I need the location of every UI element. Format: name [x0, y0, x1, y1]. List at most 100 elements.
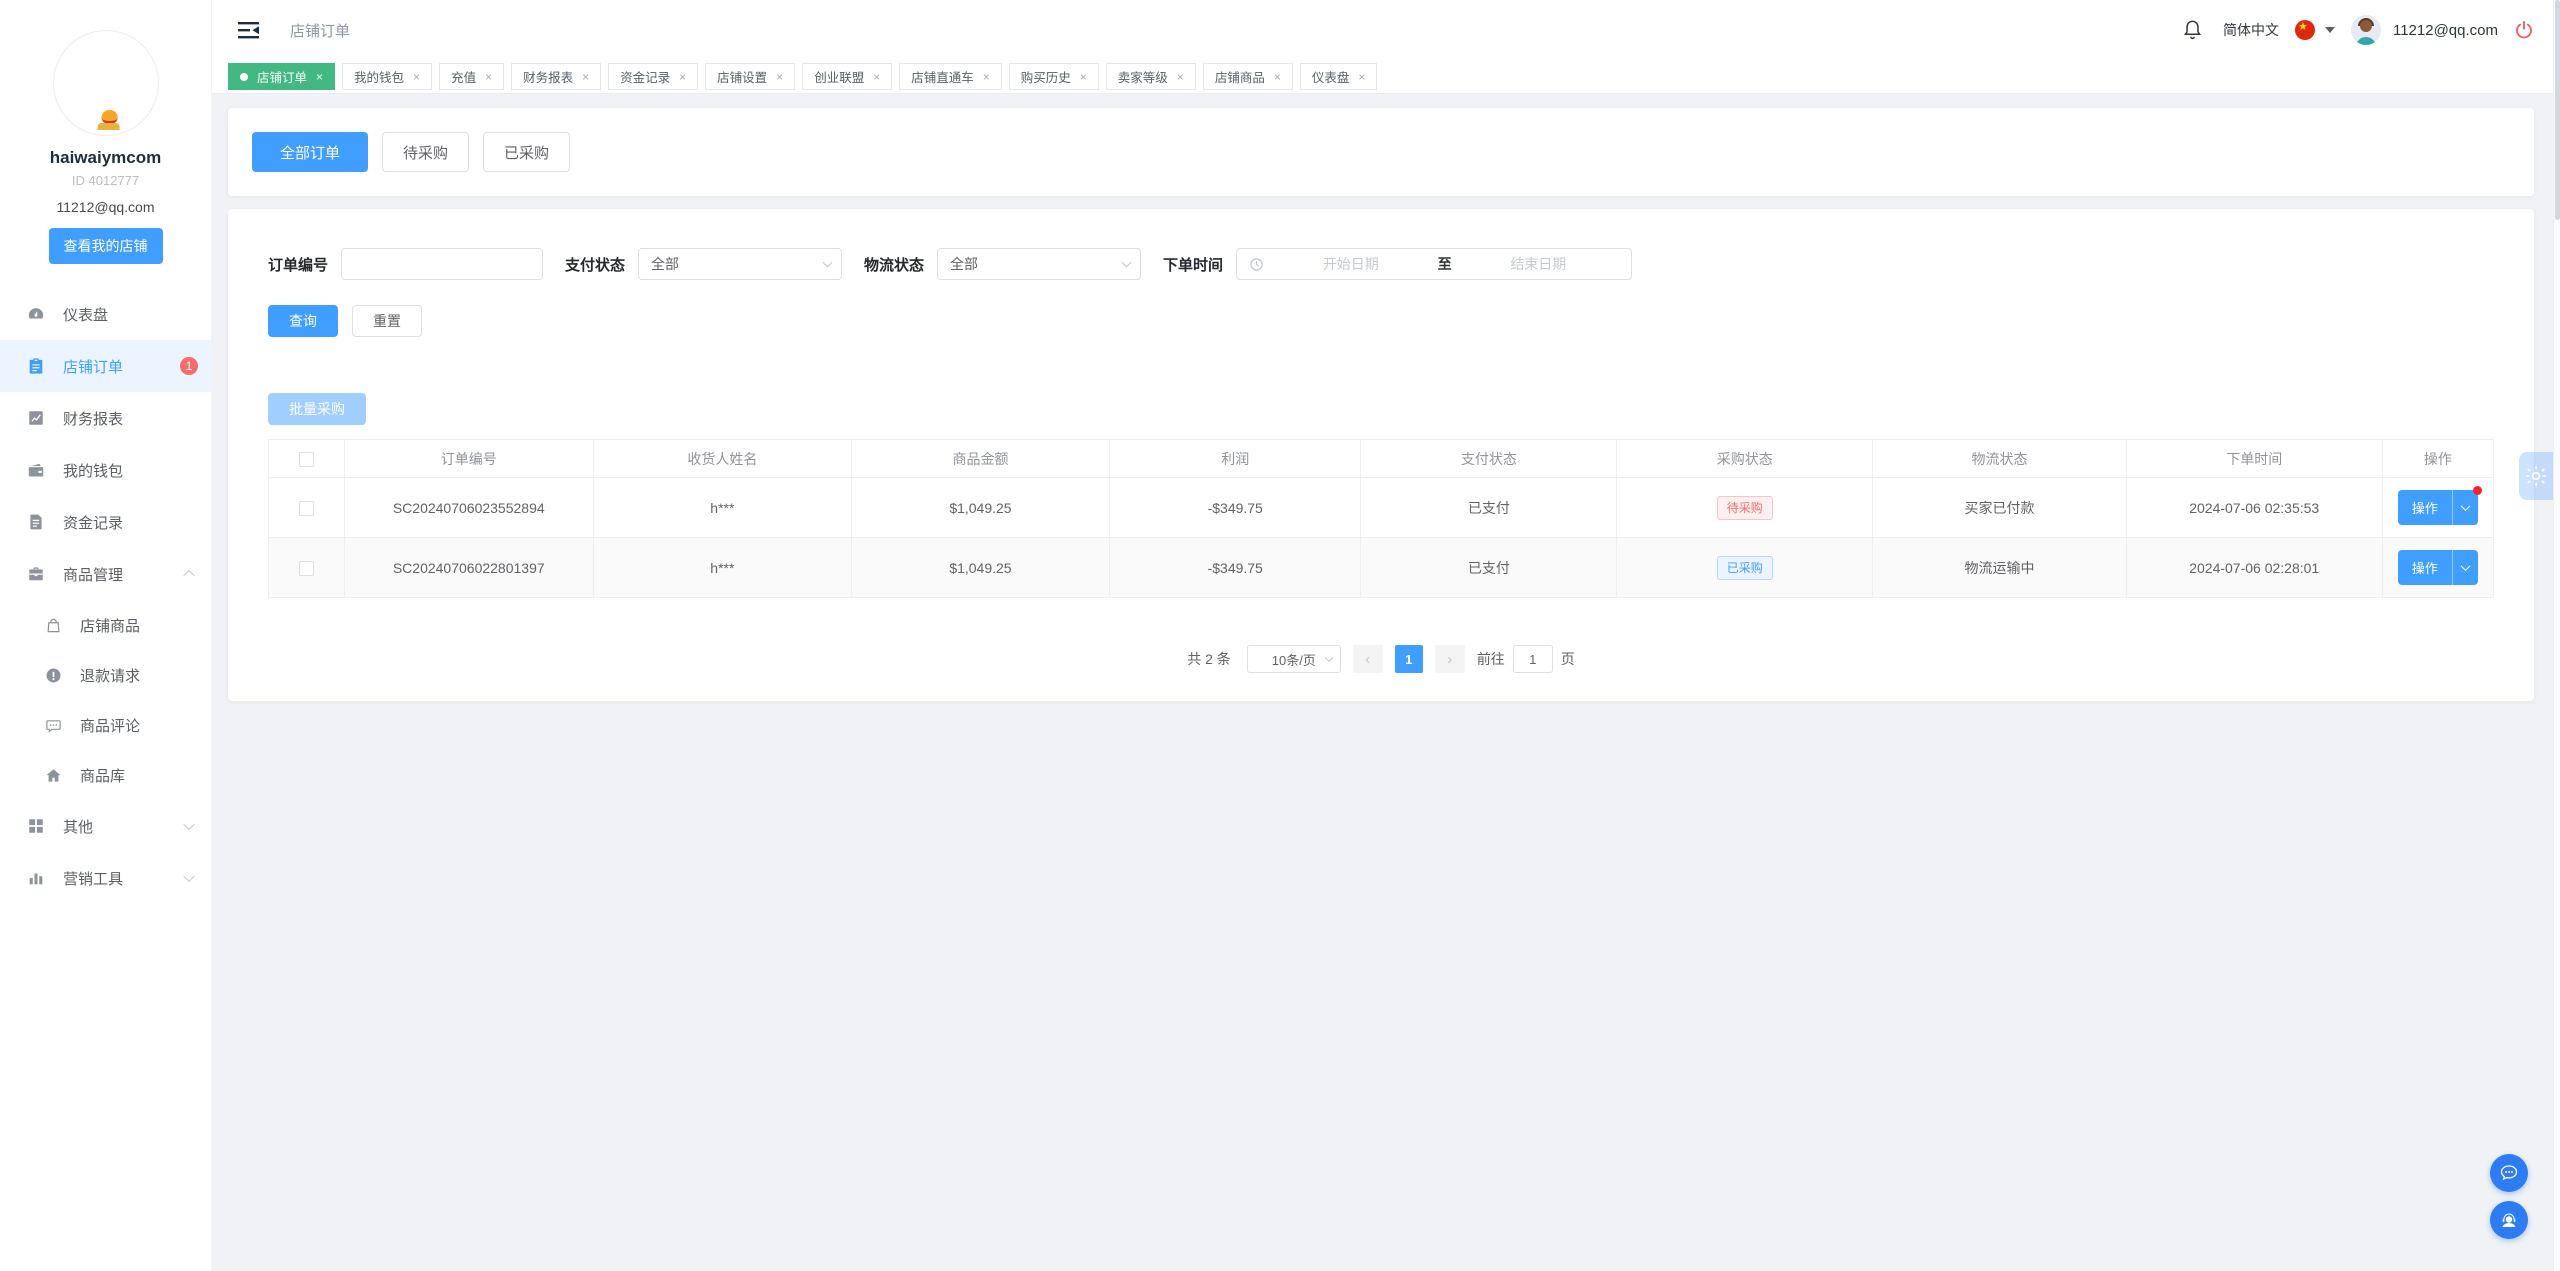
- notifications-bell-icon[interactable]: [2182, 19, 2203, 41]
- action-dropdown-caret[interactable]: [2452, 550, 2478, 585]
- close-icon[interactable]: ×: [1080, 70, 1087, 84]
- view-tab-label: 充值: [451, 67, 476, 86]
- sidebar-item-label: 其他: [63, 816, 93, 837]
- page-number-button[interactable]: 1: [1395, 645, 1423, 673]
- china-flag-icon[interactable]: ★: [2295, 20, 2315, 40]
- pay-status-label: 支付状态: [565, 254, 625, 275]
- sidebar-item-label: 店铺商品: [80, 615, 140, 636]
- orders-count-badge: 1: [180, 357, 198, 375]
- prev-page-button[interactable]: ‹: [1353, 645, 1383, 673]
- close-icon[interactable]: ×: [679, 70, 686, 84]
- close-icon[interactable]: ×: [1177, 70, 1184, 84]
- sidebar-item-product-library[interactable]: 商品库: [0, 750, 211, 800]
- view-tab-label: 财务报表: [523, 67, 573, 86]
- sidebar-item-product-management[interactable]: 商品管理: [0, 548, 211, 600]
- batch-purchase-button[interactable]: 批量采购: [268, 393, 366, 425]
- sidebar-item-finance-report[interactable]: 财务报表: [0, 392, 211, 444]
- close-icon[interactable]: ×: [776, 70, 783, 84]
- close-icon[interactable]: ×: [316, 70, 323, 84]
- view-tab-alliance[interactable]: 创业联盟×: [802, 63, 892, 90]
- view-tab-dashboard[interactable]: 仪表盘×: [1300, 63, 1378, 90]
- cell-logistics-status: 物流运输中: [1873, 538, 2127, 598]
- close-icon[interactable]: ×: [413, 70, 420, 84]
- sidebar-item-refund-requests[interactable]: 退款请求: [0, 650, 211, 700]
- pagination: 共 2 条 10条/页 ‹ 1 › 前往 页: [268, 645, 2494, 673]
- sidebar-item-my-wallet[interactable]: 我的钱包: [0, 444, 211, 496]
- header-actions: 简体中文 ★ 11212@qq.com: [2182, 15, 2534, 45]
- col-logistics-status: 物流状态: [1873, 440, 2127, 478]
- row-checkbox[interactable]: [299, 501, 314, 516]
- page-scrollbar[interactable]: [2553, 0, 2560, 1271]
- view-tab-label: 购买历史: [1021, 67, 1071, 86]
- start-date-input[interactable]: [1270, 256, 1432, 272]
- sidebar-item-other[interactable]: 其他: [0, 800, 211, 852]
- records-icon: [27, 513, 45, 531]
- view-tab-shop-settings[interactable]: 店铺设置×: [705, 63, 795, 90]
- view-tab-fund-records[interactable]: 资金记录×: [608, 63, 698, 90]
- scrollbar-thumb[interactable]: [2555, 0, 2560, 220]
- close-icon[interactable]: ×: [873, 70, 880, 84]
- order-no-input[interactable]: [341, 248, 543, 280]
- cell-profit: -$349.75: [1110, 478, 1361, 538]
- sidebar-item-marketing-tools[interactable]: 营销工具: [0, 852, 211, 904]
- close-icon[interactable]: ×: [582, 70, 589, 84]
- view-tab-seller-level[interactable]: 卖家等级×: [1106, 63, 1196, 90]
- goto-page-input[interactable]: [1513, 645, 1553, 673]
- pay-status-select[interactable]: 全部: [638, 248, 842, 280]
- next-page-button[interactable]: ›: [1435, 645, 1465, 673]
- settings-widget[interactable]: [2519, 452, 2553, 500]
- page-size-select[interactable]: 10条/页: [1247, 645, 1341, 673]
- view-shop-button[interactable]: 查看我的店铺: [49, 228, 163, 264]
- sidebar-item-fund-records[interactable]: 资金记录: [0, 496, 211, 548]
- action-button-group: 操作: [2398, 490, 2478, 525]
- report-icon: [27, 409, 45, 427]
- sidebar-item-shop-products[interactable]: 店铺商品: [0, 600, 211, 650]
- view-tab-label: 店铺商品: [1215, 67, 1265, 86]
- chat-widget-button[interactable]: [2490, 1154, 2528, 1192]
- view-tab-label: 店铺订单: [257, 67, 307, 86]
- view-tab-shop-products[interactable]: 店铺商品 ×: [1203, 63, 1293, 90]
- view-tab-label: 我的钱包: [354, 67, 404, 86]
- close-icon[interactable]: ×: [983, 70, 990, 84]
- view-tab-purchase-history[interactable]: 购买历史 ×: [1009, 63, 1099, 90]
- date-range-picker[interactable]: 至: [1236, 248, 1632, 280]
- shop-admin-page: { "app": { "breadcrumb": "店铺订单" }, "head…: [0, 0, 2560, 1271]
- breadcrumb: 店铺订单: [290, 20, 350, 41]
- tab-purchased[interactable]: 已采购: [483, 132, 570, 172]
- view-tab-shop-orders[interactable]: 店铺订单 ×: [228, 63, 335, 90]
- tab-pending-purchase[interactable]: 待采购: [382, 132, 469, 172]
- close-icon[interactable]: ×: [1274, 70, 1281, 84]
- sidebar-item-shop-orders[interactable]: 店铺订单 1: [0, 340, 211, 392]
- clock-icon: [1249, 257, 1264, 272]
- sidebar-item-label: 商品管理: [63, 564, 123, 585]
- tab-all-orders[interactable]: 全部订单: [252, 132, 368, 172]
- view-tab-finance-report[interactable]: 财务报表 ×: [511, 63, 601, 90]
- view-tab-recharge[interactable]: 充值 ×: [439, 63, 504, 90]
- cell-consignee: h***: [593, 538, 851, 598]
- action-button[interactable]: 操作: [2398, 550, 2452, 585]
- order-time-label: 下单时间: [1163, 254, 1223, 275]
- end-date-input[interactable]: [1458, 256, 1620, 272]
- reset-button[interactable]: 重置: [352, 305, 422, 337]
- logout-power-icon[interactable]: [2514, 20, 2534, 40]
- account-email[interactable]: 11212@qq.com: [2393, 22, 2498, 39]
- action-button[interactable]: 操作: [2398, 490, 2452, 525]
- row-checkbox[interactable]: [299, 561, 314, 576]
- language-selector[interactable]: 简体中文: [2223, 20, 2279, 40]
- language-caret-icon[interactable]: [2325, 27, 2335, 33]
- col-order-no: 订单编号: [344, 440, 593, 478]
- sidebar-item-product-comments[interactable]: 商品评论: [0, 700, 211, 750]
- customer-service-button[interactable]: [2490, 1201, 2528, 1239]
- close-icon[interactable]: ×: [1358, 70, 1365, 84]
- close-icon[interactable]: ×: [485, 70, 492, 84]
- sidebar-item-dashboard[interactable]: 仪表盘: [0, 288, 211, 340]
- account-avatar[interactable]: [2351, 15, 2381, 45]
- action-dropdown-caret[interactable]: [2452, 490, 2478, 525]
- search-button[interactable]: 查询: [268, 305, 338, 337]
- view-tab-my-wallet[interactable]: 我的钱包 ×: [342, 63, 432, 90]
- cell-order-no: SC20240706022801397: [344, 538, 593, 598]
- collapse-menu-icon[interactable]: [238, 21, 260, 40]
- select-all-checkbox[interactable]: [299, 452, 314, 467]
- logistics-status-select[interactable]: 全部: [937, 248, 1141, 280]
- view-tab-shop-express[interactable]: 店铺直通车×: [899, 63, 1002, 90]
